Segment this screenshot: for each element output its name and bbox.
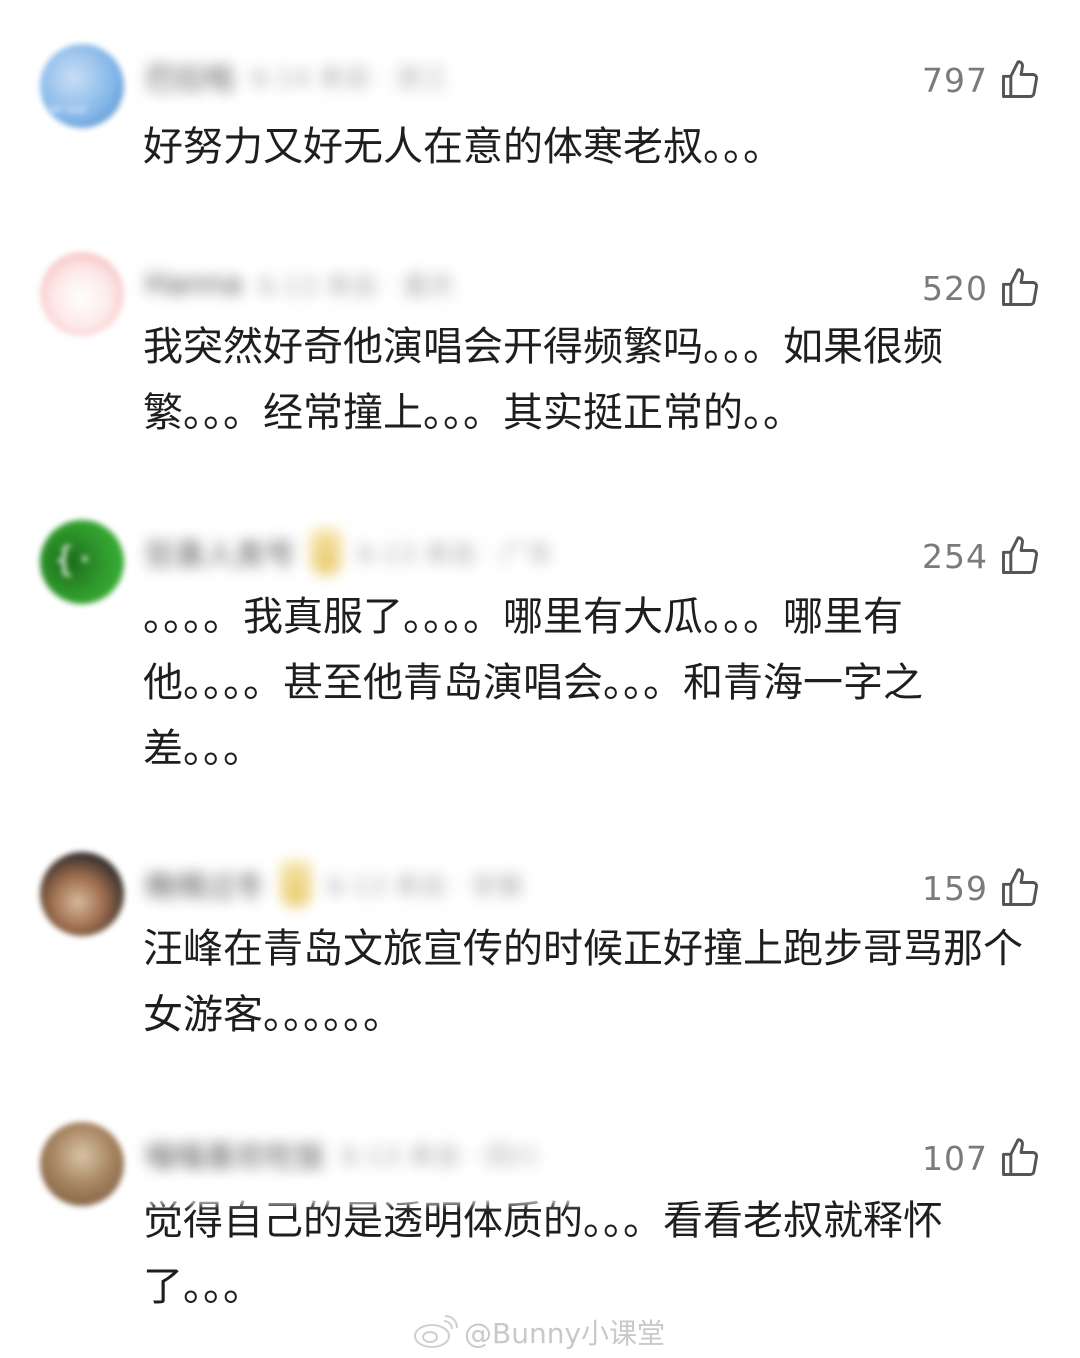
weibo-logo-icon (412, 1315, 458, 1349)
comment-meta: 巴拉啦 6-14 来自 · 浙江 (145, 54, 448, 98)
like-button[interactable]: 254 (922, 534, 1042, 578)
comment-text: 汪峰在青岛文旅宣传的时候正好撞上跑步哥骂那个女游客。。。。。。 (143, 926, 1023, 1038)
avatar[interactable]: {· (40, 520, 124, 604)
trophy-badge-icon (311, 529, 341, 575)
comment-time-location: 6-13 来自 · 安徽 (327, 871, 524, 902)
comment-time-location: 6-14 来自 · 浙江 (251, 63, 448, 94)
brace-icon: {· (54, 540, 95, 580)
like-button[interactable]: 107 (922, 1136, 1042, 1180)
watermark-text: @Bunny小课堂 (464, 1317, 666, 1350)
username[interactable]: 晚晴过冬 (145, 862, 265, 906)
username[interactable]: 喵喵喜欢吃饭 (145, 1132, 325, 1176)
username[interactable]: 狂喜人类号 (145, 530, 295, 574)
comment-meta: Hanna 6-13 来自 · 重庆 (145, 264, 454, 304)
avatar[interactable] (40, 252, 124, 336)
comment-text: 觉得自己的是透明体质的。。。看看老叔就释怀了。。。 (143, 1198, 943, 1310)
like-count: 254 (922, 536, 988, 576)
comment-time-location: 6-13 来自 · 重庆 (258, 271, 455, 302)
username[interactable]: Hanna (145, 267, 242, 302)
comment-text: 好努力又好无人在意的体寒老叔。。。 (143, 124, 783, 170)
thumbs-up-icon (998, 58, 1042, 102)
comment-time-location: 6-13 来自 · 四川 (341, 1141, 538, 1172)
username[interactable]: 巴拉啦 (145, 54, 235, 98)
like-button[interactable]: 520 (922, 266, 1042, 310)
like-count: 797 (922, 60, 988, 100)
like-count: 107 (922, 1138, 988, 1178)
like-button[interactable]: 159 (922, 866, 1042, 910)
comment-meta: 狂喜人类号 6-13 来自 · 广东 (145, 529, 554, 575)
watermark: @Bunny小课堂 (412, 1312, 665, 1352)
trophy-badge-icon (281, 861, 311, 907)
thumbs-up-icon (998, 534, 1042, 578)
like-button[interactable]: 797 (922, 58, 1042, 102)
thumbs-up-icon (998, 866, 1042, 910)
comment-text: 。。。。我真服了。。。。哪里有大瓜。。。哪里有他。。。。甚至他青岛演唱会。。。和… (143, 594, 923, 772)
like-count: 159 (922, 868, 988, 908)
avatar-caption: MY GOD (50, 106, 88, 116)
like-count: 520 (922, 268, 988, 308)
blur-smear (140, 1182, 660, 1204)
avatar[interactable] (40, 852, 124, 936)
comment-meta: 喵喵喜欢吃饭 6-13 来自 · 四川 (145, 1132, 538, 1176)
avatar[interactable]: MY GOD (40, 44, 124, 128)
thumbs-up-icon (998, 266, 1042, 310)
avatar[interactable] (40, 1122, 124, 1206)
comment-meta: 晚晴过冬 6-13 来自 · 安徽 (145, 861, 524, 907)
thumbs-up-icon (998, 1136, 1042, 1180)
comment-text: 我突然好奇他演唱会开得频繁吗。。。如果很频繁。。。经常撞上。。。其实挺正常的。。 (143, 324, 943, 436)
comment-time-location: 6-13 来自 · 广东 (357, 539, 554, 570)
